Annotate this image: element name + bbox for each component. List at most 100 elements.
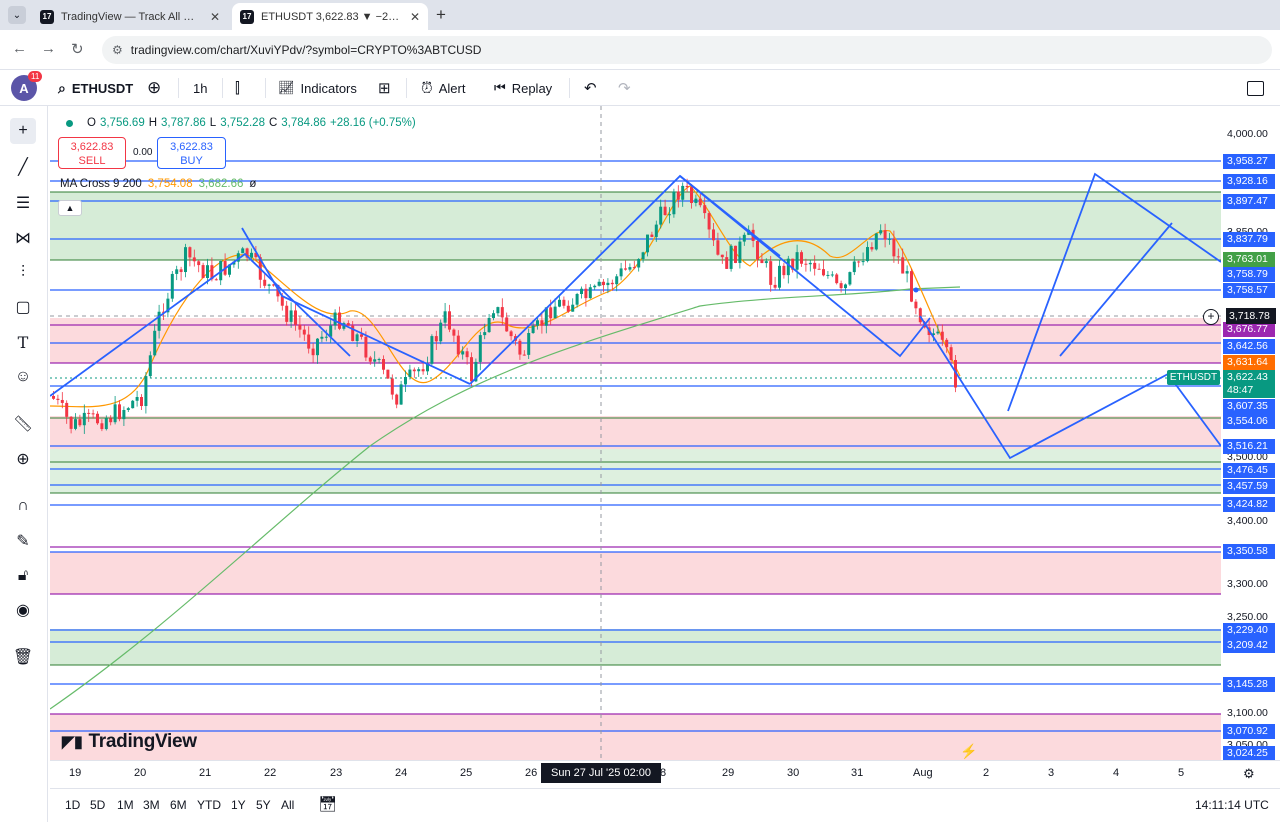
- price-level-label: 3,958.27: [1223, 154, 1275, 169]
- candle-body: [267, 284, 271, 286]
- lightning-icon[interactable]: ⚡: [960, 743, 977, 760]
- reload-icon[interactable]: ↻: [71, 40, 84, 58]
- candle-body: [421, 369, 425, 372]
- utc-clock[interactable]: 14:11:14 UTC: [1195, 798, 1269, 812]
- new-tab-plus-icon[interactable]: +: [436, 5, 446, 25]
- ma-cross-legend[interactable]: MA Cross 9 200 3,754.08 3,682.66 ø: [60, 178, 256, 190]
- range-button-5y[interactable]: 5Y: [256, 798, 271, 812]
- toolbar-divider: [406, 78, 407, 98]
- range-button-1d[interactable]: 1D: [65, 798, 80, 812]
- fib-retracement-icon[interactable]: ⫶: [10, 260, 36, 286]
- price-level-label: 3,676.77: [1223, 322, 1275, 337]
- forward-arrow-icon[interactable]: →: [41, 40, 56, 57]
- url-field[interactable]: ⚙ tradingview.com/chart/XuviYPdv/?symbol…: [102, 36, 1272, 64]
- replay-button[interactable]: ⏮ Replay: [494, 70, 552, 106]
- indicators-button[interactable]: 📈︎ Indicators: [278, 70, 357, 106]
- candle-body: [562, 299, 566, 306]
- price-level-label: 3,897.47: [1223, 194, 1275, 209]
- price-chart[interactable]: ⚡: [50, 106, 1221, 760]
- time-tick-label: 26: [525, 767, 538, 779]
- candle-body: [844, 284, 847, 289]
- candle-body: [320, 336, 324, 339]
- browser-tab-ethusdt[interactable]: 17 ETHUSDT 3,622.83 ▼ −2.05% Untitled ✕: [232, 3, 428, 30]
- time-tick-label: 21: [199, 767, 212, 779]
- candle-body: [654, 224, 658, 237]
- back-arrow-icon[interactable]: ←: [12, 40, 27, 57]
- buy-button[interactable]: 3,622.83 BUY: [157, 137, 226, 169]
- site-info-icon[interactable]: ⚙: [112, 43, 123, 57]
- tradingview-favicon-icon: 17: [240, 9, 254, 24]
- ruler-icon[interactable]: 📏︎: [10, 411, 36, 437]
- candle-body: [241, 248, 245, 254]
- price-level-label: 3,758.79: [1223, 267, 1275, 282]
- candles-chart-type-icon[interactable]: ⫿: [235, 70, 240, 106]
- candle-body: [839, 283, 843, 289]
- sell-button[interactable]: 3,622.83 SELL: [58, 137, 126, 169]
- zoom-in-icon[interactable]: ⊕: [10, 446, 36, 472]
- drawing-anchor[interactable]: [913, 287, 919, 293]
- candle-body: [769, 261, 773, 285]
- candle-body: [452, 329, 456, 336]
- range-button-1y[interactable]: 1Y: [231, 798, 246, 812]
- layouts-grid-icon[interactable]: ⊞: [378, 70, 391, 106]
- candle-body: [527, 333, 531, 355]
- trash-icon[interactable]: 🗑︎: [10, 644, 36, 670]
- candle-body: [434, 336, 438, 342]
- candle-body: [593, 285, 597, 288]
- axis-settings-gear-icon[interactable]: ⚙: [1243, 766, 1255, 782]
- price-level-label: 3,209.42: [1223, 638, 1275, 653]
- pattern-tool-icon[interactable]: ⋈: [10, 225, 36, 251]
- candle-body: [659, 206, 663, 225]
- time-tick-label: 19: [69, 767, 82, 779]
- tab-close-icon[interactable]: ✕: [410, 10, 420, 24]
- candle-body: [122, 409, 126, 420]
- trend-line-icon[interactable]: ╱: [10, 154, 36, 180]
- candle-body: [575, 293, 579, 305]
- candle-body: [703, 205, 707, 214]
- lock-icon[interactable]: 🔓︎: [10, 563, 36, 589]
- candle-body: [201, 265, 205, 278]
- add-alert-plus-icon[interactable]: +: [1203, 309, 1219, 325]
- redo-icon[interactable]: ↷: [618, 70, 631, 106]
- candle-body: [263, 279, 267, 286]
- undo-icon[interactable]: ↶: [584, 70, 597, 106]
- range-button-all[interactable]: All: [281, 798, 294, 812]
- interval-button[interactable]: 1h: [193, 70, 207, 106]
- time-tick-label: 22: [264, 767, 277, 779]
- browser-tab-tradingview[interactable]: 17 TradingView — Track All Markets ✕: [32, 3, 228, 30]
- text-tool-icon[interactable]: T: [10, 329, 36, 355]
- support-green-zone: [50, 449, 1221, 493]
- date-range-calendar-icon[interactable]: 📅︎: [318, 795, 337, 813]
- tab-list-chevron-icon[interactable]: ⌄: [8, 6, 26, 24]
- horizontal-lines-icon[interactable]: ☰: [10, 190, 36, 216]
- tab-close-icon[interactable]: ✕: [210, 10, 220, 24]
- candle-body: [707, 213, 711, 230]
- candle-body: [52, 396, 55, 399]
- candle-body: [830, 274, 834, 276]
- lock-drawing-pencil-icon[interactable]: ✎: [10, 528, 36, 554]
- eye-visibility-icon[interactable]: ◉: [10, 597, 36, 623]
- crosshair-icon[interactable]: +: [10, 118, 36, 144]
- alert-button[interactable]: ⏰︎ Alert: [421, 70, 465, 106]
- collapse-legend-chevron-up-icon[interactable]: ▲: [58, 200, 82, 216]
- rectangle-shape-icon[interactable]: ▢: [10, 294, 36, 320]
- range-button-6m[interactable]: 6M: [170, 798, 187, 812]
- range-button-3m[interactable]: 3M: [143, 798, 160, 812]
- price-level-label: 3,758.57: [1223, 283, 1275, 298]
- range-button-ytd[interactable]: YTD: [197, 798, 221, 812]
- candle-body: [192, 257, 196, 262]
- symbol-search-button[interactable]: ⌕ ETHUSDT: [58, 70, 133, 106]
- range-button-1m[interactable]: 1M: [117, 798, 134, 812]
- toolbar-divider: [265, 78, 266, 98]
- price-level-label: 3,642.56: [1223, 339, 1275, 354]
- magnet-icon[interactable]: ∩: [10, 493, 36, 519]
- emoji-icon[interactable]: ☺: [10, 364, 36, 390]
- fullscreen-icon[interactable]: [1247, 70, 1264, 106]
- compare-symbol-plus-icon[interactable]: ⊕: [147, 70, 161, 106]
- time-tick-label: 23: [330, 767, 343, 779]
- candle-body: [69, 416, 73, 429]
- market-status-dot: [66, 119, 73, 127]
- range-button-5d[interactable]: 5D: [90, 798, 105, 812]
- candle-body: [96, 413, 99, 424]
- symbol-name: ETHUSDT: [71, 80, 134, 96]
